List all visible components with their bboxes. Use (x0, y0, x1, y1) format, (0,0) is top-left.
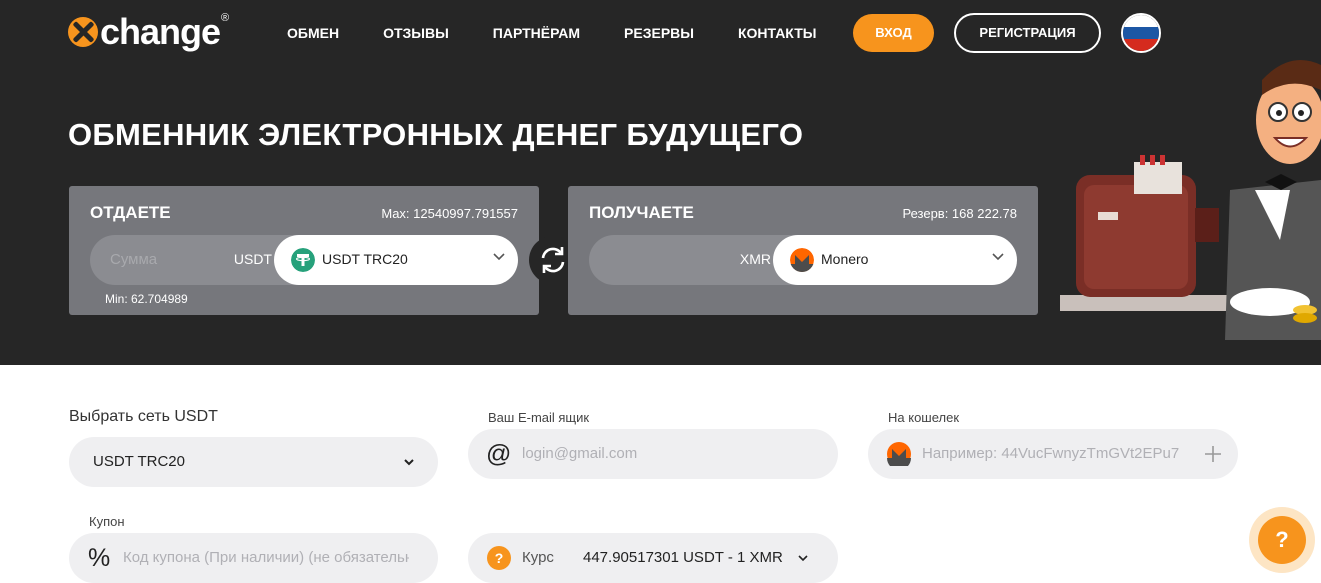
chevron-down-icon (992, 253, 1004, 261)
logo-x-icon (68, 17, 98, 47)
coupon-label: Купон (89, 514, 125, 529)
coupon-placeholder: Код купона (При наличии) (не обязательно… (123, 549, 409, 566)
email-field[interactable]: @ login@gmail.com (468, 429, 838, 479)
give-panel: ОТДАЕТЕ Max: 12540997.791557 Сумма USDT … (69, 186, 539, 315)
logo[interactable]: change ® (68, 12, 229, 52)
give-min: Min: 62.704989 (105, 292, 188, 306)
at-icon: @ (486, 440, 512, 468)
network-label: Выбрать сеть USDT (69, 408, 218, 425)
give-currency-select[interactable]: USDT TRC20 (274, 235, 518, 285)
rate-label: Курс (522, 549, 554, 566)
receive-title: ПОЛУЧАЕТЕ (589, 203, 694, 222)
network-select[interactable]: USDT TRC20 (69, 437, 438, 487)
nav-partners[interactable]: ПАРТНЁРАМ (493, 25, 580, 41)
page-title: ОБМЕННИК ЭЛЕКТРОННЫХ ДЕНЕГ БУДУЩЕГО (68, 117, 804, 152)
chevron-down-icon (493, 253, 505, 261)
rate-value: 447.90517301 USDT - 1 XMR (583, 549, 783, 566)
logo-text: change (100, 11, 221, 52)
rate-select[interactable]: ? Курс 447.90517301 USDT - 1 XMR (468, 533, 838, 583)
nav-reviews[interactable]: ОТЗЫВЫ (383, 25, 449, 41)
give-max: Max: 12540997.791557 (381, 206, 518, 221)
receive-currency-code: XMR (739, 251, 771, 267)
percent-icon: % (88, 544, 111, 572)
monero-icon (790, 248, 814, 272)
give-amount-placeholder: Сумма (110, 251, 158, 268)
help-button[interactable]: ? (1249, 507, 1315, 573)
nav-contacts[interactable]: КОНТАКТЫ (738, 25, 816, 41)
receive-currency-select[interactable]: Monero (773, 235, 1017, 285)
mascot-illustration (1060, 60, 1321, 340)
network-value: USDT TRC20 (93, 453, 185, 470)
hero-section: change ® ОБМЕН ОТЗЫВЫ ПАРТНЁРАМ РЕЗЕРВЫ … (0, 0, 1321, 365)
monero-icon (887, 442, 911, 466)
help-question-icon: ? (1258, 516, 1306, 564)
coupon-field[interactable]: % Код купона (При наличии) (не обязатель… (69, 533, 438, 583)
plus-icon[interactable] (1203, 444, 1223, 464)
email-label: Ваш E-mail ящик (488, 410, 590, 425)
email-placeholder: login@gmail.com (522, 445, 638, 462)
wallet-label: На кошелек (888, 410, 960, 425)
nav-exchange[interactable]: ОБМЕН (287, 25, 339, 41)
wallet-placeholder: Например: 44VucFwnyzTmGVt2EPu7 (922, 445, 1180, 462)
chevron-down-icon (798, 555, 808, 562)
registered-mark: ® (221, 12, 230, 24)
main-nav: ОБМЕН ОТЗЫВЫ ПАРТНЁРАМ РЕЗЕРВЫ КОНТАКТЫ (287, 25, 860, 41)
nav-reserves[interactable]: РЕЗЕРВЫ (624, 25, 694, 41)
login-button[interactable]: ВХОД (853, 14, 934, 52)
receive-panel: ПОЛУЧАЕТЕ Резерв: 168 222.78 XMR Monero (568, 186, 1038, 315)
chevron-down-icon (404, 459, 414, 466)
wallet-field[interactable]: Например: 44VucFwnyzTmGVt2EPu7 (868, 429, 1238, 479)
receive-select-label: Monero (821, 251, 869, 267)
receive-reserve: Резерв: 168 222.78 (902, 206, 1017, 221)
tether-icon (291, 248, 315, 272)
question-icon: ? (487, 546, 511, 570)
give-currency-code: USDT (233, 251, 272, 267)
give-title: ОТДАЕТЕ (90, 203, 171, 222)
give-select-label: USDT TRC20 (322, 251, 408, 267)
